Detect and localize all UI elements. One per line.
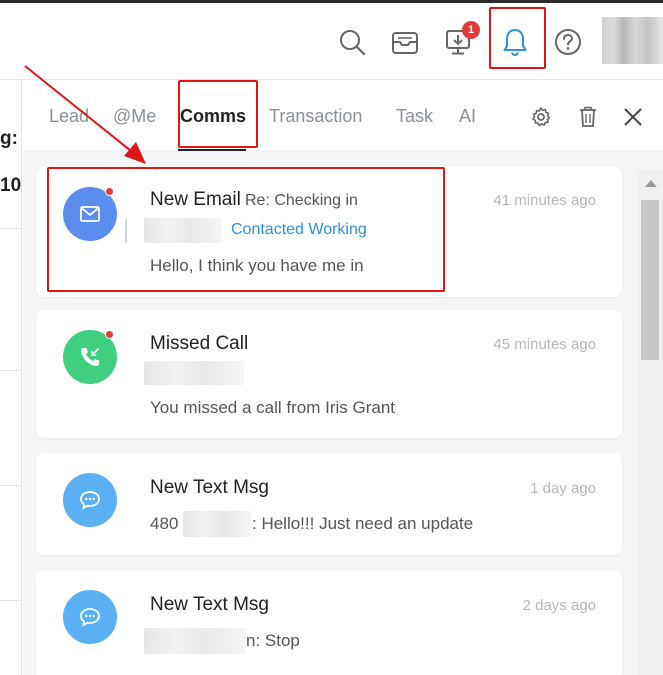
annotation-arrow — [24, 65, 146, 164]
